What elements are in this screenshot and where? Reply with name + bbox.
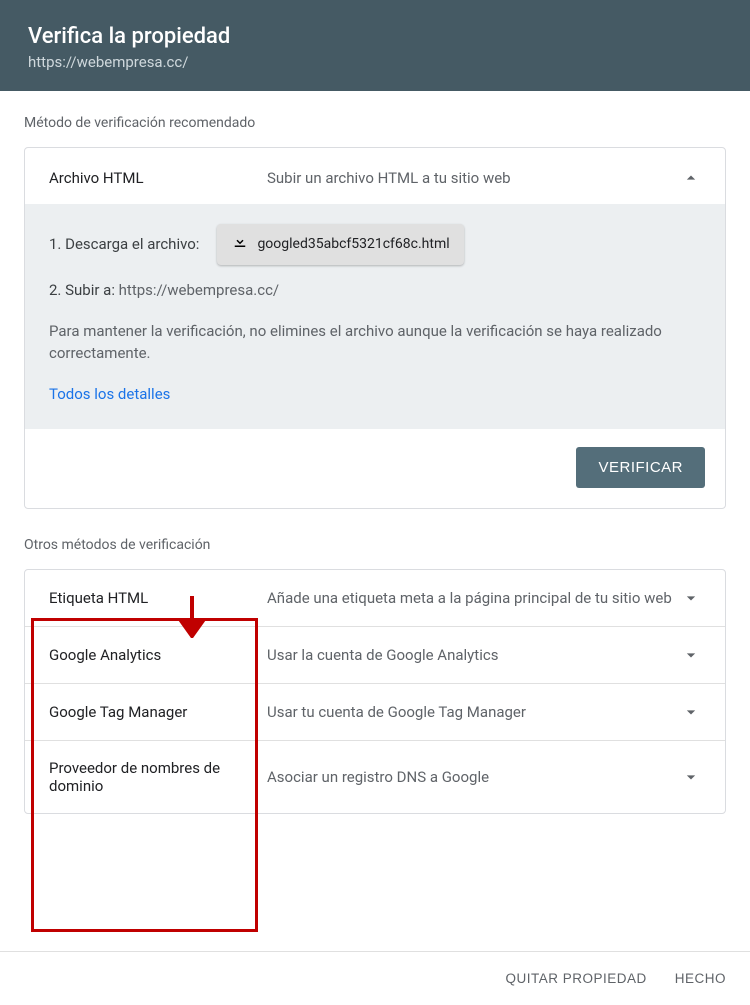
method-desc: Añade una etiqueta meta a la página prin… [267, 589, 681, 607]
verification-note: Para mantener la verificación, no elimin… [49, 320, 701, 365]
other-section-label: Otros métodos de verificación [24, 537, 726, 553]
method-title: Proveedor de nombres de dominio [49, 759, 267, 795]
method-html-tag[interactable]: Etiqueta HTML Añade una etiqueta meta a … [25, 570, 725, 626]
chevron-down-icon [681, 588, 701, 608]
step-2-label: 2. Subir a: [49, 281, 119, 299]
chevron-down-icon [681, 645, 701, 665]
method-domain-provider[interactable]: Proveedor de nombres de dominio Asociar … [25, 740, 725, 813]
download-file-button[interactable]: googled35abcf5321cf68c.html [217, 224, 463, 265]
download-icon [231, 232, 257, 257]
remove-property-button[interactable]: QUITAR PROPIEDAD [505, 971, 646, 986]
method-google-tag-manager[interactable]: Google Tag Manager Usar tu cuenta de Goo… [25, 683, 725, 740]
dialog-footer: QUITAR PROPIEDAD HECHO [0, 951, 750, 1005]
recommended-section-label: Método de verificación recomendado [24, 115, 726, 131]
step-1-label: 1. Descarga el archivo: [49, 233, 199, 256]
step-1: 1. Descarga el archivo: googled35abcf532… [49, 224, 701, 265]
step-2-url: https://webempresa.cc/ [119, 281, 279, 299]
recommended-method-card: Archivo HTML Subir un archivo HTML a tu … [24, 147, 726, 509]
method-title: Etiqueta HTML [49, 589, 267, 607]
method-title: Google Tag Manager [49, 703, 267, 721]
step-2: 2. Subir a: https://webempresa.cc/ [49, 279, 701, 302]
method-title: Archivo HTML [49, 169, 267, 187]
chevron-down-icon [681, 702, 701, 722]
page-title: Verifica la propiedad [28, 24, 722, 49]
method-body: 1. Descarga el archivo: googled35abcf532… [25, 204, 725, 429]
done-button[interactable]: HECHO [675, 971, 726, 986]
chevron-down-icon [681, 767, 701, 787]
method-desc: Subir un archivo HTML a tu sitio web [267, 169, 681, 187]
all-details-link[interactable]: Todos los detalles [49, 383, 170, 406]
method-google-analytics[interactable]: Google Analytics Usar la cuenta de Googl… [25, 626, 725, 683]
download-file-name: googled35abcf5321cf68c.html [257, 234, 449, 255]
method-desc: Usar la cuenta de Google Analytics [267, 646, 681, 664]
property-url: https://webempresa.cc/ [28, 53, 722, 71]
method-html-file-header[interactable]: Archivo HTML Subir un archivo HTML a tu … [25, 148, 725, 204]
other-methods-list: Etiqueta HTML Añade una etiqueta meta a … [24, 569, 726, 814]
dialog-header: Verifica la propiedad https://webempresa… [0, 0, 750, 91]
verify-button[interactable]: VERIFICAR [576, 447, 705, 488]
method-title: Google Analytics [49, 646, 267, 664]
method-desc: Asociar un registro DNS a Google [267, 768, 681, 786]
method-desc: Usar tu cuenta de Google Tag Manager [267, 703, 681, 721]
chevron-up-icon [681, 168, 701, 188]
